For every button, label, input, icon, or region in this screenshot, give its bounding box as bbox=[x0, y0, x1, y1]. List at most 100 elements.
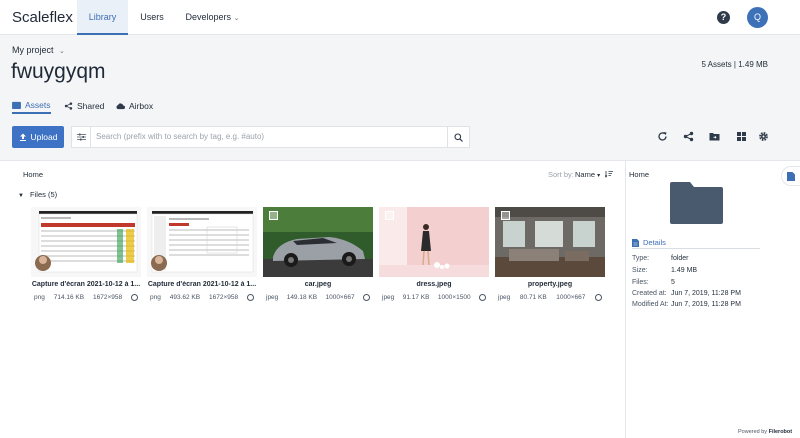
detail-key: Type: bbox=[632, 255, 650, 262]
upload-button[interactable]: Upload bbox=[12, 126, 64, 148]
asset-summary: 5 Assets | 1.49 MB bbox=[701, 60, 768, 69]
globe-icon[interactable] bbox=[247, 294, 254, 301]
asset-size: 149.18 KB bbox=[286, 294, 318, 301]
asset-name: Capture d'écran 2021-10-12 à 1... bbox=[31, 281, 141, 288]
powered-by-badge[interactable]: Powered by Filerobot bbox=[734, 428, 797, 436]
folder-icon bbox=[670, 182, 723, 224]
asset-size: 80.71 KB bbox=[519, 294, 547, 301]
tab-library[interactable]: Library bbox=[77, 0, 128, 35]
tab-developers[interactable]: Developers ⌄ bbox=[180, 0, 245, 35]
asset-meta: jpeg 80.71 KB 1000×667 bbox=[495, 294, 605, 301]
globe-icon[interactable] bbox=[131, 294, 138, 301]
tab-shared[interactable]: Shared bbox=[64, 98, 104, 114]
select-checkbox[interactable] bbox=[385, 211, 394, 220]
detail-value: Jun 7, 2019, 11:28 PM bbox=[671, 290, 741, 297]
document-icon bbox=[632, 238, 639, 247]
powered-by-label: Powered by bbox=[738, 429, 768, 435]
dress-photo-image bbox=[379, 207, 489, 277]
detail-row: Files: 5 bbox=[632, 279, 675, 286]
tab-details-label: Details bbox=[643, 238, 666, 247]
details-toggle-button[interactable] bbox=[781, 166, 800, 186]
asset-extension: jpeg bbox=[382, 294, 395, 301]
asset-name: Capture d'écran 2021-10-12 à 1... bbox=[147, 281, 257, 288]
asset-meta: png 714.16 KB 1672×958 bbox=[31, 294, 141, 301]
globe-icon[interactable] bbox=[362, 294, 370, 301]
screenshot-thumbnail-image bbox=[31, 207, 141, 277]
refresh-icon[interactable] bbox=[657, 131, 668, 142]
tab-users[interactable]: Users bbox=[128, 0, 176, 35]
help-icon[interactable]: ? bbox=[717, 11, 730, 24]
globe-icon[interactable] bbox=[478, 294, 486, 301]
brand-logo: Scaleflex bbox=[12, 9, 73, 26]
screenshot-thumbnail-image bbox=[147, 207, 257, 277]
asset-thumbnail bbox=[31, 207, 141, 277]
asset-thumbnail bbox=[379, 207, 489, 277]
detail-value: 1.49 MB bbox=[671, 267, 698, 274]
detail-key: Files: bbox=[632, 279, 649, 286]
select-checkbox[interactable] bbox=[269, 211, 278, 220]
caret-down-icon: ▾ bbox=[597, 173, 601, 179]
detail-key: Created at: bbox=[632, 290, 667, 297]
cloud-icon bbox=[116, 103, 125, 110]
detail-row: Created at: Jun 7, 2019, 11:28 PM bbox=[632, 290, 741, 297]
globe-icon[interactable] bbox=[594, 294, 602, 301]
upload-icon bbox=[19, 133, 26, 141]
sort-dropdown[interactable]: Name ▾ bbox=[575, 170, 600, 179]
sort-label: Sort by: bbox=[548, 170, 574, 179]
asset-thumbnail bbox=[147, 207, 257, 277]
details-breadcrumb: Home bbox=[629, 170, 650, 179]
asset-extension: jpeg bbox=[266, 294, 279, 301]
caret-down-icon: ▼ bbox=[18, 193, 24, 199]
search-button[interactable] bbox=[447, 126, 470, 148]
document-icon bbox=[787, 171, 795, 181]
asset-dimensions: 1672×958 bbox=[93, 294, 123, 301]
asset-card[interactable]: Capture d'écran 2021-10-12 à 1... png 49… bbox=[147, 207, 257, 303]
detail-value: folder bbox=[671, 255, 689, 262]
search-icon bbox=[454, 132, 463, 142]
share-icon[interactable] bbox=[683, 131, 694, 142]
filter-sliders-icon bbox=[77, 133, 86, 141]
tab-assets-label: Assets bbox=[25, 100, 51, 110]
filter-button[interactable] bbox=[71, 126, 91, 148]
asset-card[interactable]: dress.jpeg jpeg 91.17 KB 1000×1500 bbox=[379, 207, 489, 303]
avatar[interactable]: Q bbox=[747, 7, 768, 28]
asset-card[interactable]: Capture d'écran 2021-10-12 à 1... png 71… bbox=[31, 207, 141, 303]
files-section-toggle[interactable]: ▼ Files (5) bbox=[18, 190, 57, 199]
powered-by-brand: Filerobot bbox=[768, 429, 793, 435]
project-selector[interactable]: My project ⌄ bbox=[12, 45, 65, 55]
property-photo-image bbox=[495, 207, 605, 277]
asset-thumbnail bbox=[495, 207, 605, 277]
search-input[interactable]: Search (prefix with to search by tag, e.… bbox=[90, 126, 448, 148]
asset-meta: jpeg 91.17 KB 1000×1500 bbox=[379, 294, 489, 301]
detail-row: Size: 1.49 MB bbox=[632, 267, 697, 274]
tab-developers-label: Developers bbox=[185, 12, 232, 22]
asset-name: dress.jpeg bbox=[416, 281, 452, 288]
asset-size: 493.62 KB bbox=[169, 294, 201, 301]
grid-view-icon[interactable] bbox=[736, 131, 747, 142]
detail-value: 5 bbox=[671, 279, 675, 286]
top-nav: Scaleflex Library Users Developers ⌄ ? Q bbox=[0, 0, 800, 35]
asset-size: 91.17 KB bbox=[402, 294, 430, 301]
asset-card[interactable]: car.jpeg jpeg 149.18 KB 1000×667 bbox=[263, 207, 373, 303]
asset-dimensions: 1000×667 bbox=[556, 294, 586, 301]
asset-dimensions: 1000×1500 bbox=[437, 294, 471, 301]
tab-assets[interactable]: Assets bbox=[12, 98, 51, 114]
share-icon bbox=[64, 102, 73, 110]
breadcrumb[interactable]: Home bbox=[23, 170, 43, 179]
move-to-folder-icon[interactable] bbox=[709, 131, 720, 142]
asset-dimensions: 1672×958 bbox=[209, 294, 239, 301]
upload-button-label: Upload bbox=[30, 132, 58, 142]
project-selector-label: My project bbox=[12, 45, 54, 55]
tab-airbox-label: Airbox bbox=[129, 101, 154, 111]
select-checkbox[interactable] bbox=[501, 211, 510, 220]
asset-extension: jpeg bbox=[498, 294, 511, 301]
tab-details[interactable]: Details bbox=[632, 237, 760, 249]
car-photo-image bbox=[263, 207, 373, 277]
sort-direction-icon[interactable] bbox=[605, 170, 613, 178]
asset-card[interactable]: property.jpeg jpeg 80.71 KB 1000×667 bbox=[495, 207, 605, 303]
gear-icon[interactable] bbox=[758, 131, 769, 142]
tab-airbox[interactable]: Airbox bbox=[116, 98, 153, 114]
page-title: fwuygyqm bbox=[11, 60, 106, 83]
asset-meta: png 493.62 KB 1672×958 bbox=[147, 294, 257, 301]
tab-shared-label: Shared bbox=[77, 101, 105, 111]
